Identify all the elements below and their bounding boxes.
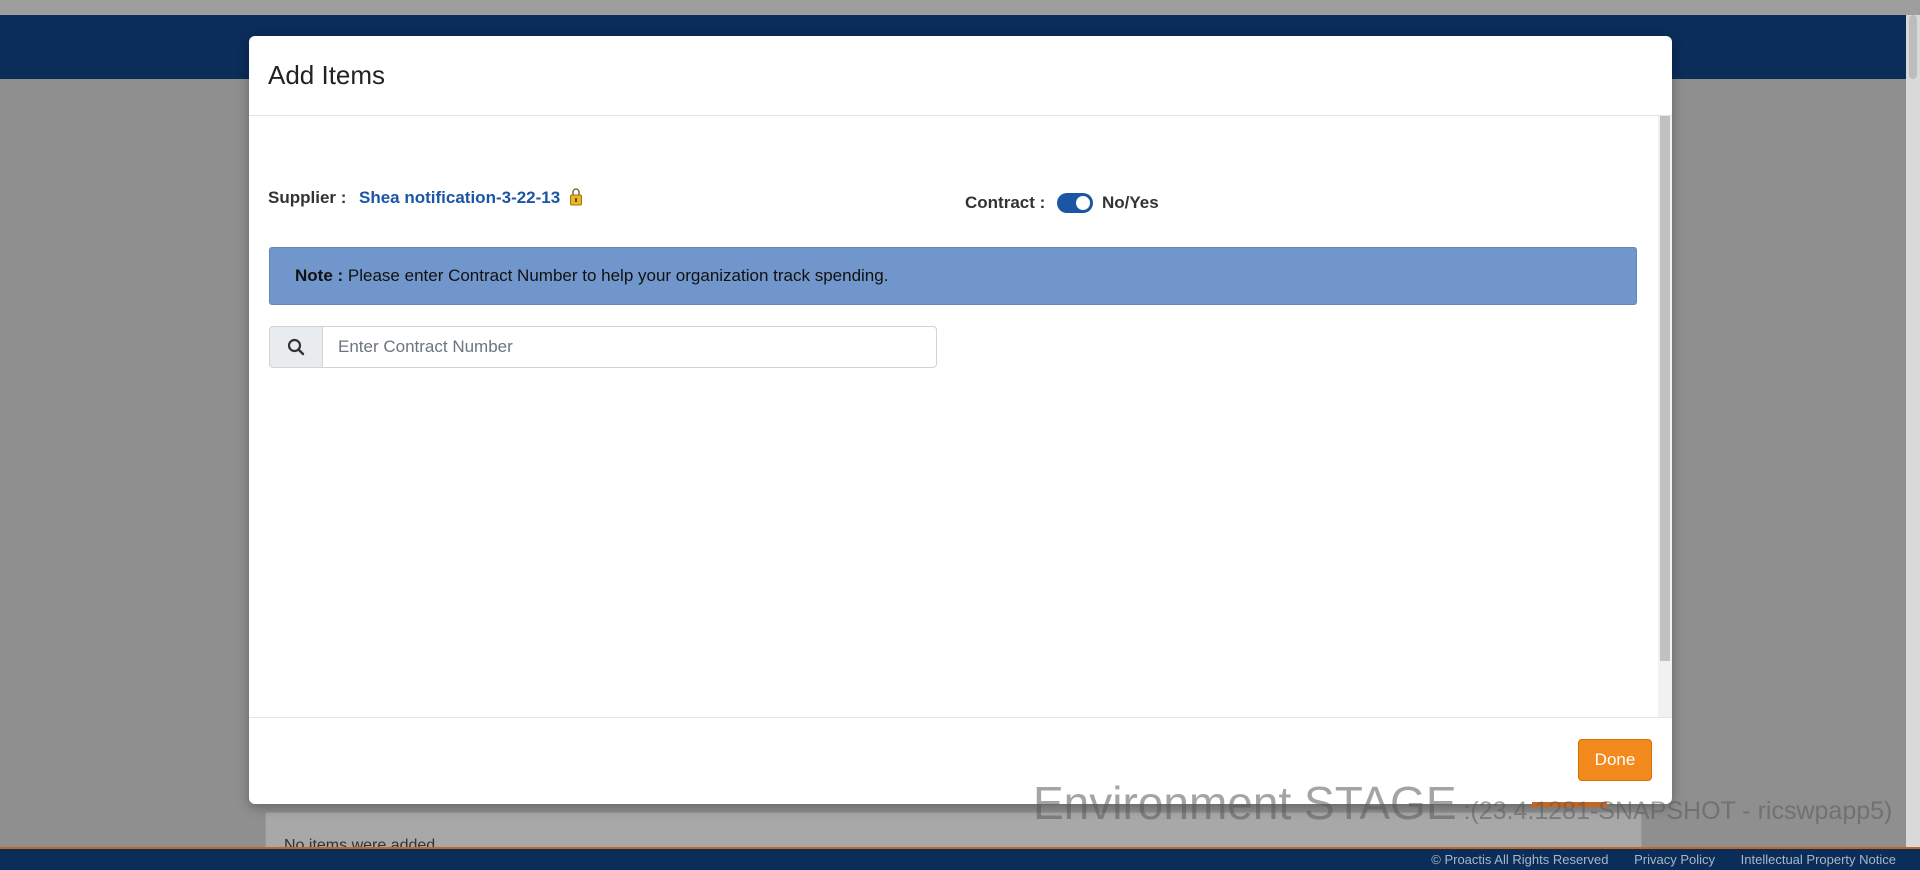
search-icon [287, 338, 305, 356]
note-message: Note : Please enter Contract Number to h… [295, 266, 888, 286]
ip-notice-link[interactable]: Intellectual Property Notice [1741, 852, 1896, 867]
contract-search-group [269, 326, 939, 368]
toggle-knob [1076, 196, 1090, 210]
note-text: Please enter Contract Number to help you… [347, 266, 889, 285]
contract-toggle-text: No/Yes [1102, 193, 1159, 212]
modal-scrollbar-thumb[interactable] [1660, 116, 1670, 661]
supplier-link[interactable]: Shea notification-3-22-13 [359, 188, 560, 208]
top-strip [0, 0, 1920, 15]
page-scrollbar[interactable] [1906, 15, 1920, 854]
page-scrollbar-thumb[interactable] [1909, 15, 1917, 79]
footer-links: © Proactis All Rights Reserved Privacy P… [1409, 852, 1896, 867]
note-label: Note : [295, 266, 344, 285]
done-button[interactable]: Done [1578, 739, 1652, 781]
modal-scrollbar[interactable] [1658, 116, 1672, 717]
modal-body: Supplier : Shea notification-3-22-13 Con… [249, 116, 1672, 717]
copyright-text: © Proactis All Rights Reserved [1431, 852, 1609, 867]
contract-toggle[interactable] [1057, 193, 1093, 213]
lock-icon [570, 188, 582, 206]
supplier-label: Supplier : [268, 188, 347, 207]
modal-title: Add Items [268, 60, 386, 90]
contract-label: Contract : [965, 193, 1046, 212]
contract-note: Note : Please enter Contract Number to h… [269, 247, 1637, 305]
modal-footer: Done [249, 717, 1672, 804]
privacy-policy-link[interactable]: Privacy Policy [1634, 852, 1715, 867]
add-items-modal: Add Items Supplier : Shea notification-3… [249, 36, 1672, 804]
contract-number-input[interactable] [322, 326, 937, 368]
modal-header: Add Items [249, 36, 1672, 116]
done-underline [1532, 802, 1607, 807]
search-addon [269, 326, 323, 368]
footer: © Proactis All Rights Reserved Privacy P… [0, 847, 1920, 870]
